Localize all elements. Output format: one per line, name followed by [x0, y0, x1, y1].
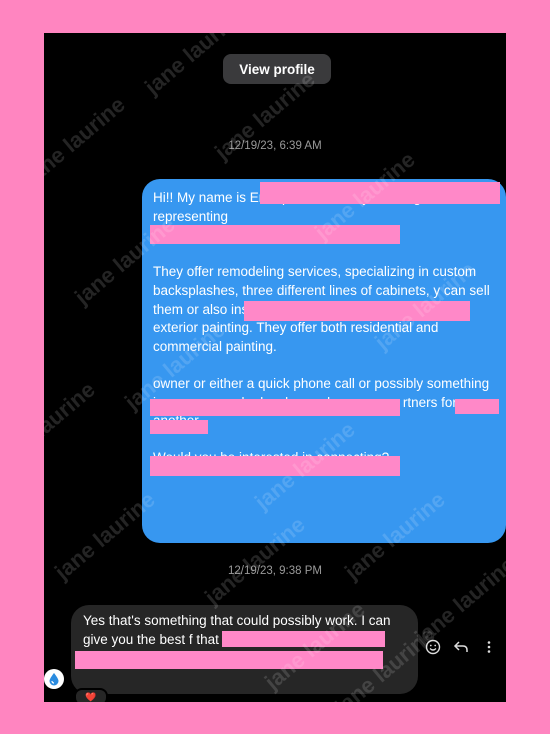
emoji-icon[interactable]	[424, 638, 442, 656]
timestamp: 12/19/23, 9:38 PM	[228, 565, 322, 577]
redaction-bar	[150, 420, 208, 434]
watermark-text: jane laurine	[44, 376, 100, 475]
heart-icon: ❤️	[85, 691, 97, 702]
redaction-bar	[150, 225, 400, 244]
view-profile-button[interactable]: View profile	[223, 54, 331, 84]
reply-icon[interactable]	[452, 638, 470, 656]
redaction-bar	[222, 631, 385, 647]
redaction-bar	[150, 399, 400, 416]
redaction-bar	[455, 399, 499, 414]
received-message-bubble[interactable]: Yes that's something that could possibly…	[71, 605, 418, 694]
redaction-bar	[75, 651, 383, 669]
message-actions	[424, 638, 498, 656]
droplet-icon	[49, 673, 59, 686]
timestamp: 12/19/23, 6:39 AM	[228, 140, 322, 152]
redaction-bar	[260, 182, 500, 204]
redaction-bar	[244, 301, 470, 321]
avatar[interactable]	[44, 669, 64, 689]
more-icon[interactable]	[480, 638, 498, 656]
chat-window: View profile 12/19/23, 6:39 AM Hi!! My n…	[44, 33, 506, 702]
redaction-bar	[150, 456, 400, 476]
reaction-badge[interactable]: ❤️	[74, 688, 108, 702]
